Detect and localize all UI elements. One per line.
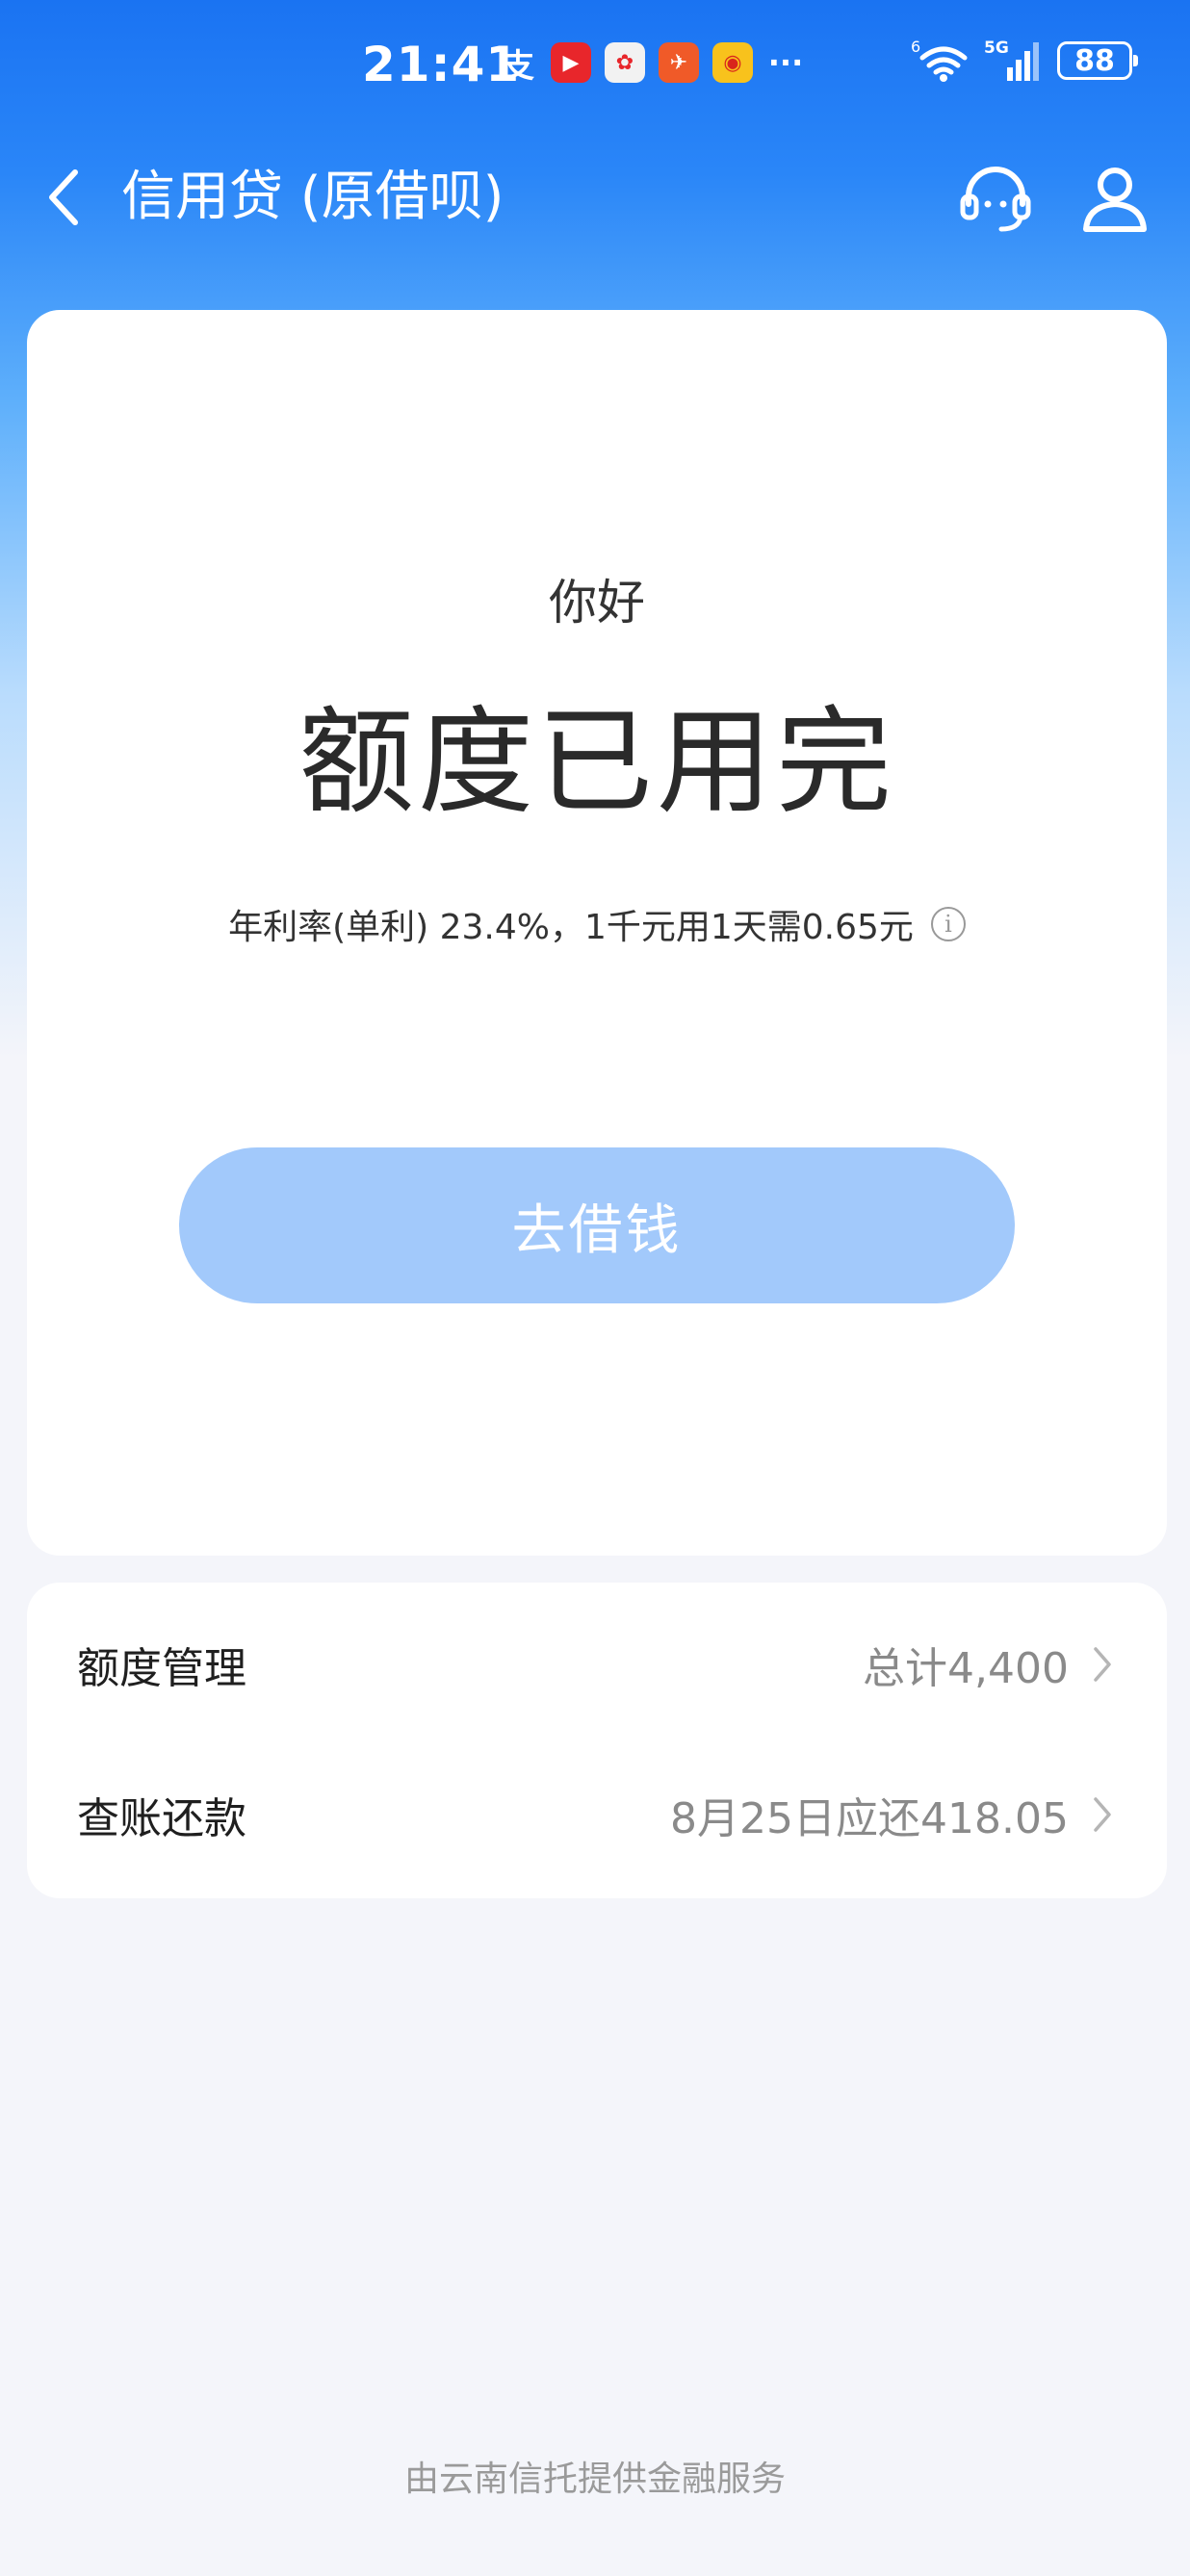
headset-icon bbox=[960, 167, 1031, 232]
list-item-value: 总计4,400 bbox=[863, 1644, 1069, 1693]
weibo-icon: ◉ bbox=[712, 42, 753, 83]
list-item-label: 查账还款 bbox=[77, 1794, 246, 1843]
battery-icon: 88 bbox=[1057, 41, 1138, 80]
list-item-label: 额度管理 bbox=[77, 1644, 246, 1693]
list-item-bill-repayment[interactable]: 查账还款 8月25日应还418.05 bbox=[27, 1752, 1167, 1877]
chevron-left-icon bbox=[49, 169, 78, 225]
user-icon bbox=[1083, 167, 1147, 232]
wifi-label: 6 bbox=[911, 39, 920, 56]
credit-summary-card: 你好 额度已用完 年利率(单利) 23.4%，1千元用1天需0.65元 i 去借… bbox=[27, 310, 1167, 1556]
status-bar: 21:41 支 ▶ ✿ ✈ ◉ ··· 6 5G 88 bbox=[0, 0, 1190, 135]
customer-service-button[interactable] bbox=[959, 162, 1032, 235]
quota-status-heading: 额度已用完 bbox=[298, 696, 895, 830]
cellular-label: 5G bbox=[984, 39, 1009, 58]
nav-bar: 信用贷 (原借呗) bbox=[0, 144, 1190, 250]
profile-button[interactable] bbox=[1078, 162, 1151, 235]
video-app-icon: ▶ bbox=[551, 42, 591, 83]
interest-rate-text: 年利率(单利) 23.4%，1千元用1天需0.65元 bbox=[228, 908, 914, 947]
cellular-signal-icon: 5G bbox=[984, 39, 1039, 81]
more-dots-icon: ··· bbox=[767, 44, 804, 81]
paper-plane-app-icon: ✈ bbox=[659, 42, 699, 83]
greeting-text: 你好 bbox=[549, 575, 645, 631]
alipay-icon: 支 bbox=[502, 46, 534, 86]
footer-provider-text: 由云南信托提供金融服务 bbox=[403, 2460, 786, 2499]
battery-level: 88 bbox=[1074, 43, 1115, 78]
interest-rate-line: 年利率(单利) 23.4%，1千元用1天需0.65元 i bbox=[27, 899, 1167, 949]
back-button[interactable] bbox=[35, 166, 92, 229]
list-item-quota-management[interactable]: 额度管理 总计4,400 bbox=[27, 1602, 1167, 1727]
status-indicators: 6 5G 88 bbox=[911, 39, 1138, 83]
borrow-button[interactable]: 去借钱 bbox=[179, 1147, 1015, 1303]
wifi-icon: 6 bbox=[911, 39, 968, 82]
info-icon[interactable]: i bbox=[930, 907, 966, 941]
chevron-right-icon bbox=[1086, 1645, 1119, 1684]
chevron-right-icon bbox=[1086, 1795, 1119, 1834]
list-item-value: 8月25日应还418.05 bbox=[670, 1794, 1069, 1843]
page-title: 信用贷 (原借呗) bbox=[121, 166, 504, 228]
notification-icons: 支 ▶ ✿ ✈ ◉ ··· bbox=[499, 42, 805, 86]
game-app-icon: ✿ bbox=[605, 42, 645, 83]
account-options-card: 额度管理 总计4,400 查账还款 8月25日应还418.05 bbox=[27, 1583, 1167, 1898]
status-time: 21:41 bbox=[362, 37, 521, 92]
